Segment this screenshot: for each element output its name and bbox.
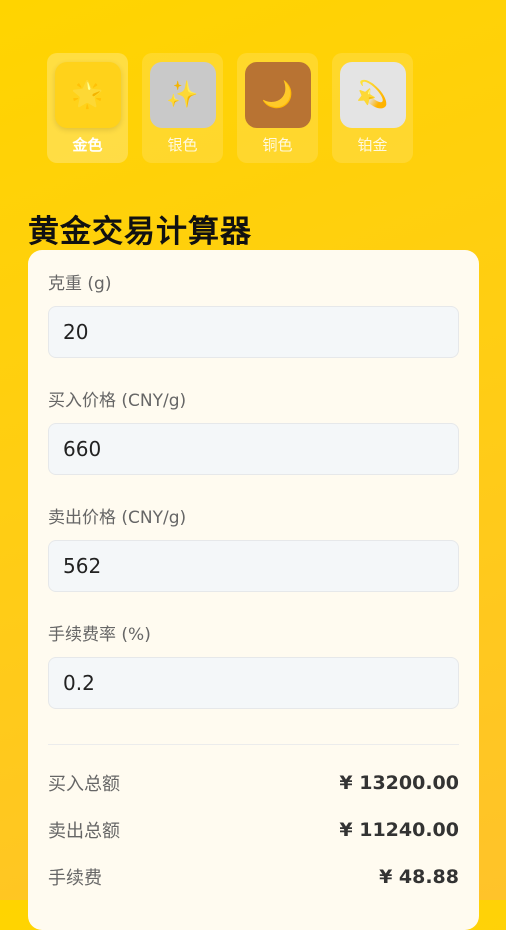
- theme-silver[interactable]: ✨ 银色: [142, 53, 223, 163]
- divider: [48, 744, 459, 745]
- buy-total-row: 买入总额 ¥ 13200.00: [48, 770, 459, 796]
- weight-field: 克重 (g) 20: [48, 272, 459, 358]
- theme-gold-swatch: 🌟: [54, 62, 121, 128]
- theme-platinum-swatch: 💫: [339, 62, 406, 128]
- sell-total-label: 卖出总额: [48, 821, 120, 842]
- buy-price-field: 买入价格 (CNY/g) 660: [48, 389, 459, 475]
- fee-rate-field: 手续费率 (%) 0.2: [48, 623, 459, 709]
- theme-copper[interactable]: 🌙 铜色: [237, 53, 318, 163]
- fee-rate-label: 手续费率 (%): [48, 625, 151, 645]
- dizzy-star-icon: 💫: [356, 80, 389, 110]
- buy-total-label: 买入总额: [48, 774, 120, 795]
- weight-label: 克重 (g): [48, 274, 112, 294]
- fee-value: ¥ 48.88: [379, 866, 459, 888]
- buy-price-input[interactable]: 660: [48, 423, 459, 475]
- buy-total-value: ¥ 13200.00: [339, 772, 459, 794]
- fee-label: 手续费: [48, 868, 102, 889]
- theme-platinum-label: 铂金: [357, 136, 388, 154]
- moon-icon: 🌙: [261, 80, 294, 110]
- theme-copper-swatch: 🌙: [244, 62, 311, 128]
- sell-price-label: 卖出价格 (CNY/g): [48, 508, 187, 528]
- sell-price-field: 卖出价格 (CNY/g) 562: [48, 506, 459, 592]
- page-title: 黄金交易计算器: [28, 214, 252, 250]
- weight-input[interactable]: 20: [48, 306, 459, 358]
- theme-silver-swatch: ✨: [149, 62, 216, 128]
- theme-platinum[interactable]: 💫 铂金: [332, 53, 413, 163]
- theme-gold-label: 金色: [72, 136, 103, 154]
- theme-selector: 🌟 金色 ✨ 银色 🌙 铜色 💫 铂金: [47, 53, 413, 163]
- sell-price-input[interactable]: 562: [48, 540, 459, 592]
- theme-silver-label: 银色: [167, 136, 198, 154]
- theme-gold[interactable]: 🌟 金色: [47, 53, 128, 163]
- calculator-card: 克重 (g) 20 买入价格 (CNY/g) 660 卖出价格 (CNY/g) …: [28, 250, 479, 930]
- star-icon: 🌟: [71, 80, 104, 110]
- sparkles-icon: ✨: [166, 80, 199, 110]
- fee-row: 手续费 ¥ 48.88: [48, 864, 459, 890]
- sell-total-row: 卖出总额 ¥ 11240.00: [48, 817, 459, 843]
- fee-rate-input[interactable]: 0.2: [48, 657, 459, 709]
- buy-price-label: 买入价格 (CNY/g): [48, 391, 187, 411]
- theme-copper-label: 铜色: [262, 136, 293, 154]
- sell-total-value: ¥ 11240.00: [339, 819, 459, 841]
